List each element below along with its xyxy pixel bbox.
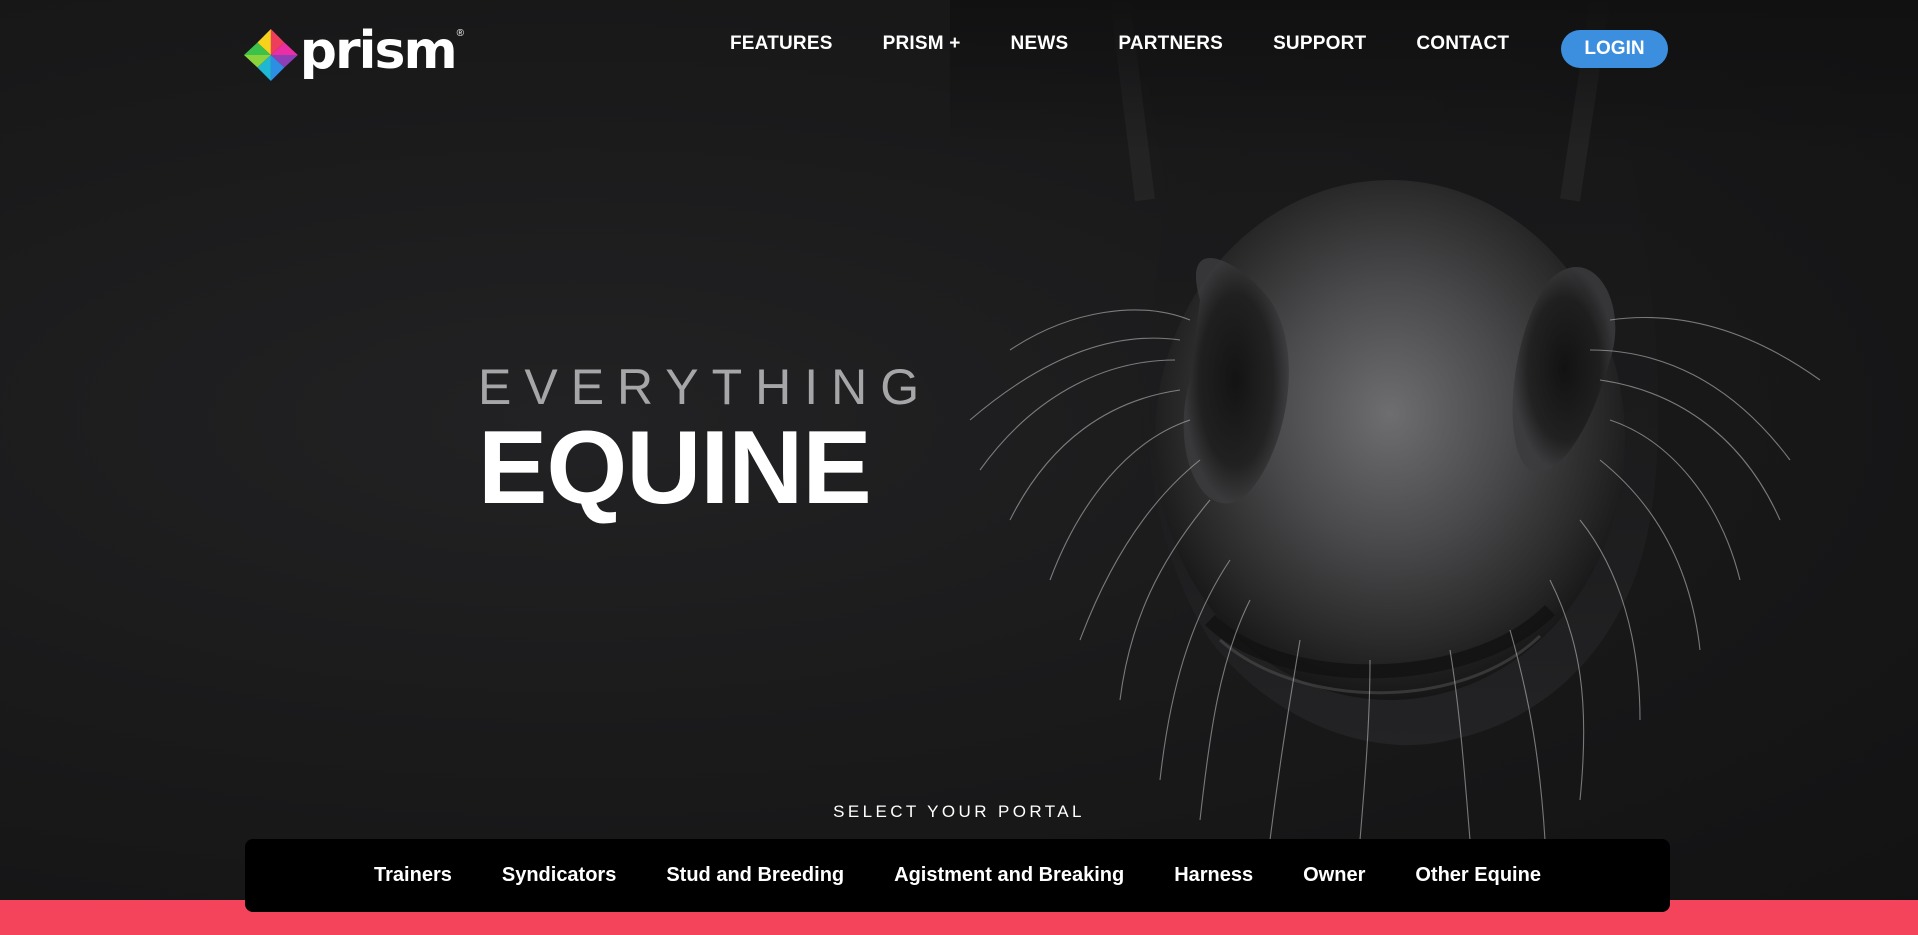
nav-prism-plus-link[interactable]: PRISM +	[883, 33, 961, 55]
landing-page: prism ® FEATURES PRISM + NEWS PARTNERS S…	[0, 0, 1918, 935]
nav-partners-link[interactable]: PARTNERS	[1118, 33, 1223, 55]
prism-logo[interactable]: prism ®	[244, 22, 464, 88]
portal-harness[interactable]: Harness	[1174, 864, 1253, 887]
site-header: prism ® FEATURES PRISM + NEWS PARTNERS S…	[0, 0, 1918, 96]
hero-headline-top: EVERYTHING	[478, 359, 933, 415]
portal-stud-and-breeding[interactable]: Stud and Breeding	[666, 864, 844, 887]
nav-news-link[interactable]: NEWS	[1011, 33, 1069, 55]
login-button[interactable]: LOGIN	[1561, 30, 1668, 68]
portal-trainers[interactable]: Trainers	[374, 864, 452, 887]
portal-syndicators[interactable]: Syndicators	[502, 864, 616, 887]
select-portal-label: SELECT YOUR PORTAL	[833, 802, 1085, 821]
main-nav: FEATURES PRISM + NEWS PARTNERS SUPPORT C…	[730, 33, 1559, 55]
portal-agistment-and-breaking[interactable]: Agistment and Breaking	[894, 864, 1124, 887]
horse-muzzle-image	[950, 0, 1918, 840]
nav-support-link[interactable]: SUPPORT	[1273, 33, 1366, 55]
portal-bar: Trainers Syndicators Stud and Breeding A…	[245, 839, 1670, 912]
portal-other-equine[interactable]: Other Equine	[1415, 864, 1541, 887]
hero-headline-main: EQUINE	[478, 410, 872, 526]
prism-triangle-logo-icon	[244, 29, 298, 81]
nav-features-link[interactable]: FEATURES	[730, 33, 833, 55]
portal-owner[interactable]: Owner	[1303, 864, 1365, 887]
hero-headline: EVERYTHING EQUINE	[478, 362, 932, 520]
brand-name: prism	[299, 21, 458, 81]
nav-contact-link[interactable]: CONTACT	[1416, 33, 1509, 55]
registered-mark: ®	[456, 27, 464, 39]
